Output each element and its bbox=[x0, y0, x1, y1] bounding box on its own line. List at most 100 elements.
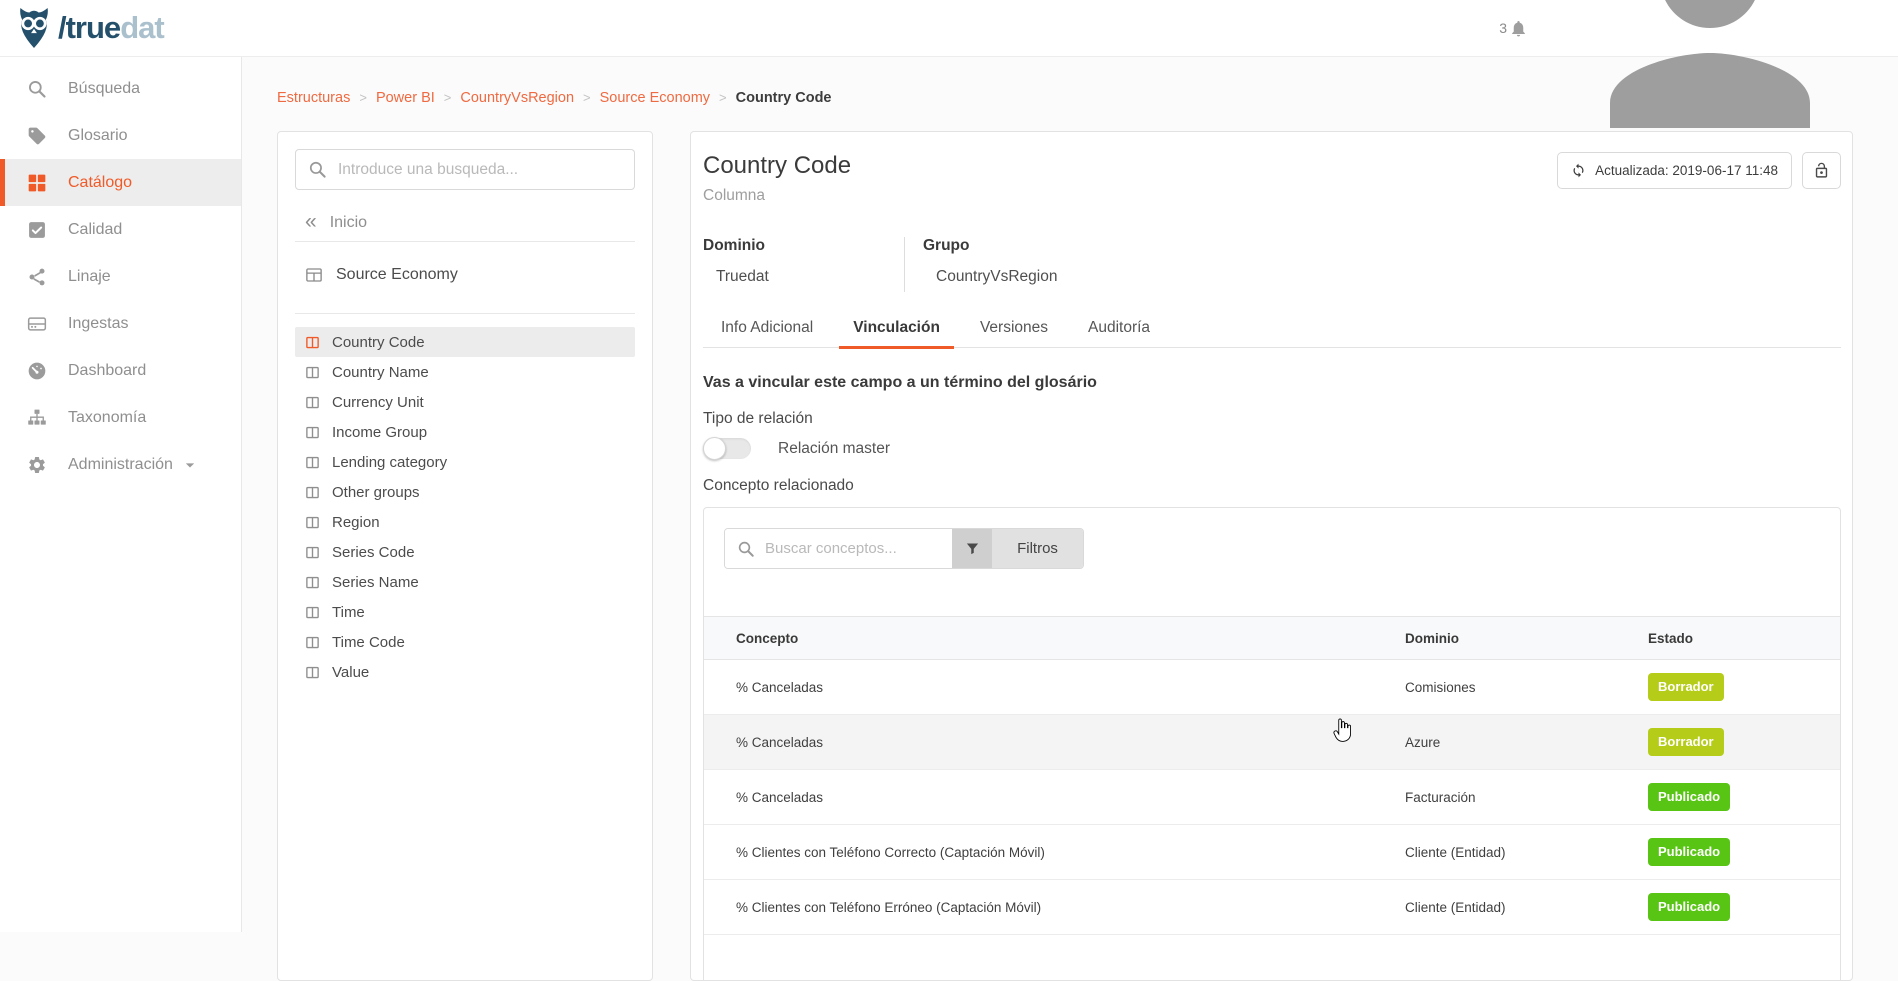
domain-cell: Facturación bbox=[1404, 770, 1647, 825]
tabs: Info Adicional Vinculación Versiones Audito… bbox=[703, 310, 1841, 348]
search-icon bbox=[737, 540, 755, 558]
column-item-time[interactable]: Time bbox=[295, 597, 635, 627]
toggle-knob bbox=[703, 437, 726, 460]
status-cell: Borrador bbox=[1647, 660, 1840, 715]
concept-cell: % Canceladas bbox=[704, 715, 1404, 770]
concept-cell: % Clientes con Teléfono Correcto (Captac… bbox=[704, 825, 1404, 880]
columns-icon bbox=[305, 605, 320, 620]
breadcrumb-link-power-bi[interactable]: Power BI bbox=[376, 90, 435, 106]
columns-icon bbox=[305, 335, 320, 350]
table-header-estado: Estado bbox=[1647, 617, 1840, 660]
double-angle-left-icon: « bbox=[305, 211, 317, 232]
table-row[interactable]: % CanceladasFacturaciónPublicado bbox=[704, 770, 1840, 825]
filters-button[interactable]: Filtros bbox=[992, 529, 1083, 568]
column-item-series-name[interactable]: Series Name bbox=[295, 567, 635, 597]
column-item-currency-unit[interactable]: Currency Unit bbox=[295, 387, 635, 417]
toggle-label: Relación master bbox=[778, 440, 890, 458]
domain-cell: Cliente (Entidad) bbox=[1404, 880, 1647, 935]
columns-icon bbox=[305, 515, 320, 530]
breadcrumb-separator: > bbox=[444, 90, 452, 105]
tab-versiones[interactable]: Versiones bbox=[966, 310, 1062, 347]
concept-search-input[interactable] bbox=[725, 529, 952, 568]
table-row[interactable]: % Clientes con Teléfono Correcto (Captac… bbox=[704, 825, 1840, 880]
funnel-icon bbox=[965, 541, 980, 556]
table-row[interactable]: % CanceladasAzureBorrador bbox=[704, 715, 1840, 770]
status-badge: Publicado bbox=[1648, 783, 1730, 811]
columns-icon bbox=[305, 425, 320, 440]
sidebar-item-label: Ingestas bbox=[68, 315, 128, 333]
column-item-value[interactable]: Value bbox=[295, 657, 635, 687]
owl-logo-icon bbox=[14, 7, 58, 49]
gear-icon bbox=[27, 455, 47, 475]
caret-down-icon bbox=[180, 455, 200, 475]
sidebar-item-ingestas[interactable]: Ingestas bbox=[0, 300, 241, 347]
concepts-box: Filtros ConceptoDominioEstado % Cancelad… bbox=[703, 507, 1841, 981]
lock-button[interactable] bbox=[1802, 152, 1841, 189]
divider bbox=[295, 241, 635, 242]
table-row[interactable]: % Clientes con Teléfono Erróneo (Captaci… bbox=[704, 880, 1840, 935]
concept-cell: % Canceladas bbox=[704, 770, 1404, 825]
column-item-time-code[interactable]: Time Code bbox=[295, 627, 635, 657]
breadcrumb-link-estructuras[interactable]: Estructuras bbox=[277, 90, 350, 106]
app-logo[interactable]: /truedat bbox=[14, 7, 164, 49]
columns-icon bbox=[305, 395, 320, 410]
detail-panel: Country Code Columna Actualizada: 2019-0… bbox=[690, 131, 1853, 981]
sidebar-item-label: Dashboard bbox=[68, 362, 146, 380]
share-icon bbox=[27, 267, 47, 287]
column-list: Country Code Country Name Currency Unit Inc… bbox=[295, 327, 635, 687]
sidebar-item-glosario[interactable]: Glosario bbox=[0, 112, 241, 159]
breadcrumb-link-countryvsregion[interactable]: CountryVsRegion bbox=[460, 90, 574, 106]
sidebar-item-dashboard[interactable]: Dashboard bbox=[0, 347, 241, 394]
updated-button[interactable]: Actualizada: 2019-06-17 11:48 bbox=[1557, 152, 1792, 189]
status-cell: Borrador bbox=[1647, 715, 1840, 770]
column-item-series-code[interactable]: Series Code bbox=[295, 537, 635, 567]
sitemap-icon bbox=[27, 408, 47, 428]
sidebar-item-administracion[interactable]: Administración bbox=[0, 441, 241, 488]
column-item-label: Value bbox=[332, 664, 369, 681]
link-heading: Vas a vincular este campo a un término d… bbox=[703, 374, 1841, 392]
tab-auditoria[interactable]: Auditoría bbox=[1074, 310, 1164, 347]
sidebar-item-catalogo[interactable]: Catálogo bbox=[0, 159, 241, 206]
back-to-inicio-link[interactable]: « Inicio bbox=[305, 214, 635, 232]
top-header: /truedat 3 bbox=[0, 0, 1898, 57]
column-item-income-group[interactable]: Income Group bbox=[295, 417, 635, 447]
tags-icon bbox=[27, 126, 47, 146]
sidebar-item-linaje[interactable]: Linaje bbox=[0, 253, 241, 300]
table-row[interactable]: % CanceladasComisionesBorrador bbox=[704, 660, 1840, 715]
sidebar-item-calidad[interactable]: Calidad bbox=[0, 206, 241, 253]
column-item-label: Currency Unit bbox=[332, 394, 424, 411]
master-relation-toggle[interactable] bbox=[703, 438, 751, 459]
sidebar-item-label: Taxonomía bbox=[68, 409, 146, 427]
notifications-button[interactable]: 3 bbox=[1499, 19, 1528, 38]
column-item-country-name[interactable]: Country Name bbox=[295, 357, 635, 387]
columns-icon bbox=[305, 455, 320, 470]
relation-type-label: Tipo de relación bbox=[703, 410, 1841, 428]
column-item-label: Series Name bbox=[332, 574, 419, 591]
sidebar-item-taxonomia[interactable]: Taxonomía bbox=[0, 394, 241, 441]
column-item-label: Country Name bbox=[332, 364, 429, 381]
tab-info-adicional[interactable]: Info Adicional bbox=[707, 310, 827, 347]
structure-search-input[interactable] bbox=[295, 149, 635, 190]
column-item-lending-category[interactable]: Lending category bbox=[295, 447, 635, 477]
page-subtitle: Columna bbox=[703, 187, 851, 205]
sidebar-item-label: Administración bbox=[68, 456, 173, 474]
column-item-label: Country Code bbox=[332, 334, 425, 351]
status-badge: Publicado bbox=[1648, 893, 1730, 921]
column-item-region[interactable]: Region bbox=[295, 507, 635, 537]
concept-cell: % Canceladas bbox=[704, 660, 1404, 715]
column-item-label: Lending category bbox=[332, 454, 447, 471]
breadcrumb: Estructuras>Power BI>CountryVsRegion>Sou… bbox=[277, 90, 1853, 106]
grid-icon bbox=[27, 173, 47, 193]
tab-vinculacion[interactable]: Vinculación bbox=[839, 310, 954, 349]
check-square-icon bbox=[27, 220, 47, 240]
column-item-country-code[interactable]: Country Code bbox=[295, 327, 635, 357]
filter-funnel-button[interactable] bbox=[952, 529, 992, 568]
column-item-other-groups[interactable]: Other groups bbox=[295, 477, 635, 507]
structure-parent-item[interactable]: Source Economy bbox=[305, 266, 635, 284]
sidebar-item-busqueda[interactable]: Búsqueda bbox=[0, 65, 241, 112]
search-icon bbox=[308, 160, 327, 179]
sidebar-item-label: Calidad bbox=[68, 221, 122, 239]
breadcrumb-link-source-economy[interactable]: Source Economy bbox=[600, 90, 710, 106]
status-badge: Borrador bbox=[1648, 728, 1724, 756]
drive-icon bbox=[27, 314, 47, 334]
